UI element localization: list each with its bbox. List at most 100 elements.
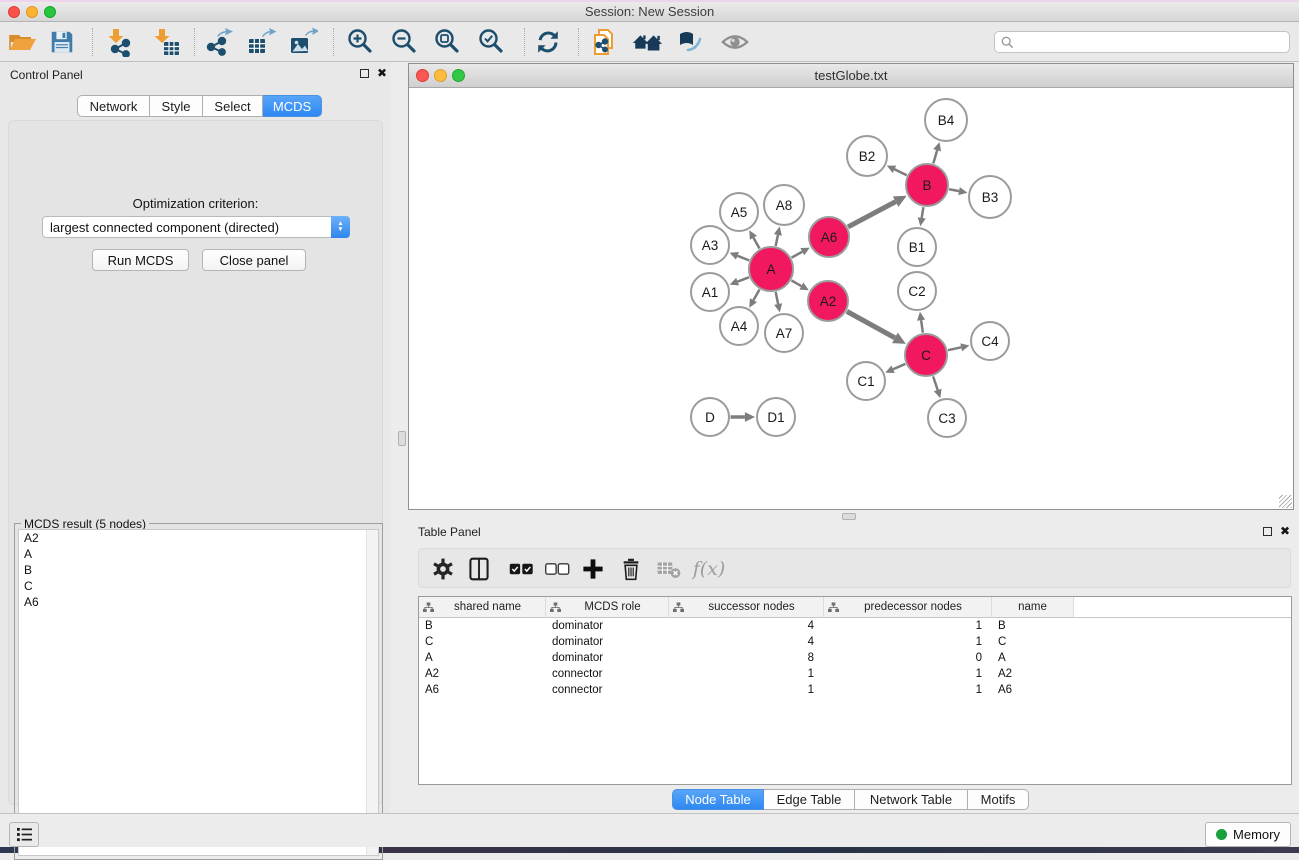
tab-motifs[interactable]: Motifs bbox=[968, 789, 1029, 810]
save-session-button[interactable] bbox=[45, 26, 79, 58]
open-session-button[interactable] bbox=[5, 26, 39, 58]
edge-C-C1[interactable] bbox=[893, 364, 905, 369]
table-cell-filler bbox=[1074, 666, 1291, 682]
create-column-button[interactable] bbox=[577, 554, 609, 584]
select-all-button[interactable] bbox=[505, 554, 537, 584]
zoom-traffic-light[interactable] bbox=[452, 69, 465, 82]
edge-A-A7[interactable] bbox=[776, 292, 778, 304]
import-network-button[interactable] bbox=[103, 26, 137, 58]
deselect-all-button[interactable] bbox=[541, 554, 573, 584]
column-header-successor-nodes[interactable]: successor nodes bbox=[669, 597, 824, 618]
result-scrollbar[interactable] bbox=[366, 530, 378, 855]
edge-B-B4[interactable] bbox=[933, 150, 937, 163]
close-panel-icon[interactable]: ✖ bbox=[377, 66, 387, 80]
horizontal-divider-grip[interactable] bbox=[842, 513, 856, 520]
toggle-panel-button[interactable] bbox=[673, 26, 707, 58]
edge-C-C2[interactable] bbox=[921, 320, 923, 333]
float-panel-icon[interactable] bbox=[360, 69, 369, 78]
import-network-icon bbox=[105, 27, 135, 57]
export-image-icon bbox=[288, 27, 318, 57]
result-item[interactable]: B bbox=[19, 562, 378, 578]
node-label-A1: A1 bbox=[702, 285, 719, 300]
delete-column-button[interactable] bbox=[615, 554, 647, 584]
edge-A-A8[interactable] bbox=[776, 235, 778, 246]
node-label-C: C bbox=[921, 348, 931, 363]
table-row[interactable]: Adominator80A bbox=[419, 650, 1291, 666]
column-panel-button[interactable] bbox=[463, 554, 495, 584]
network-canvas[interactable]: AA1A2A3A4A5A6A7A8BB1B2B3B4CC1C2C3C4DD1 bbox=[409, 88, 1293, 508]
memory-button[interactable]: Memory bbox=[1205, 822, 1291, 847]
table-settings-button[interactable] bbox=[427, 554, 459, 584]
edge-C-C3[interactable] bbox=[933, 376, 938, 390]
edge-A-A3[interactable] bbox=[737, 256, 749, 261]
tab-edge-table[interactable]: Edge Table bbox=[764, 789, 855, 810]
window-resize-grip[interactable] bbox=[1279, 495, 1292, 508]
delete-table-button[interactable] bbox=[653, 554, 685, 584]
edge-B-B2[interactable] bbox=[894, 169, 906, 175]
tab-select[interactable]: Select bbox=[203, 95, 263, 117]
minimize-traffic-light[interactable] bbox=[434, 69, 447, 82]
edge-arrowhead bbox=[934, 389, 942, 398]
task-history-button[interactable] bbox=[9, 822, 39, 847]
vertical-divider-grip[interactable] bbox=[398, 431, 406, 446]
tab-mcds[interactable]: MCDS bbox=[263, 95, 322, 117]
edge-A-A2[interactable] bbox=[791, 281, 801, 287]
tab-network-table[interactable]: Network Table bbox=[855, 789, 968, 810]
run-mcds-button[interactable]: Run MCDS bbox=[92, 249, 189, 271]
minimize-traffic-light[interactable] bbox=[26, 6, 38, 18]
zoom-in-button[interactable] bbox=[344, 26, 378, 58]
close-traffic-light[interactable] bbox=[416, 69, 429, 82]
column-header-filler bbox=[1074, 597, 1291, 618]
zoom-fit-button[interactable] bbox=[431, 26, 465, 58]
home-button[interactable] bbox=[630, 26, 664, 58]
import-table-button[interactable] bbox=[149, 26, 183, 58]
edge-A-A4[interactable] bbox=[753, 289, 759, 300]
edge-B-B3[interactable] bbox=[949, 189, 959, 191]
float-panel-icon[interactable] bbox=[1263, 527, 1272, 536]
edge-A-A6[interactable] bbox=[792, 252, 803, 258]
zoom-traffic-light[interactable] bbox=[44, 6, 56, 18]
table-header-row: shared nameMCDS rolesuccessor nodesprede… bbox=[419, 597, 1291, 618]
result-item[interactable]: C bbox=[19, 578, 378, 594]
tab-network[interactable]: Network bbox=[77, 95, 150, 117]
column-header-MCDS-role[interactable]: MCDS role bbox=[546, 597, 669, 618]
close-traffic-light[interactable] bbox=[8, 6, 20, 18]
refresh-icon bbox=[534, 28, 562, 56]
zoom-selected-button[interactable] bbox=[475, 26, 509, 58]
export-image-button[interactable] bbox=[286, 26, 320, 58]
refresh-button[interactable] bbox=[531, 26, 565, 58]
network-window-titlebar[interactable]: testGlobe.txt bbox=[409, 64, 1293, 88]
duplicate-network-button[interactable] bbox=[588, 26, 622, 58]
show-hide-button[interactable] bbox=[718, 26, 752, 58]
close-panel-button[interactable]: Close panel bbox=[202, 249, 306, 271]
result-item[interactable]: A6 bbox=[19, 594, 378, 610]
zoom-out-button[interactable] bbox=[388, 26, 422, 58]
search-input[interactable] bbox=[994, 31, 1290, 53]
edge-A2-C[interactable] bbox=[847, 311, 895, 337]
control-panel-header: Control Panel ✖ bbox=[0, 62, 390, 88]
result-item[interactable]: A2 bbox=[19, 530, 378, 546]
table-row[interactable]: Bdominator41B bbox=[419, 618, 1291, 634]
column-header-predecessor-nodes[interactable]: predecessor nodes bbox=[824, 597, 992, 618]
result-item[interactable]: A bbox=[19, 546, 378, 562]
table-row[interactable]: A6connector11A6 bbox=[419, 682, 1291, 698]
close-panel-icon[interactable]: ✖ bbox=[1280, 524, 1290, 538]
mcds-result-list[interactable]: A2ABCA6 bbox=[18, 529, 379, 856]
export-table-button[interactable] bbox=[244, 26, 278, 58]
edge-B-B1[interactable] bbox=[922, 207, 924, 218]
node-table[interactable]: shared nameMCDS rolesuccessor nodesprede… bbox=[418, 596, 1292, 785]
column-header-shared-name[interactable]: shared name bbox=[419, 597, 546, 618]
export-network-button[interactable] bbox=[201, 26, 235, 58]
tab-style[interactable]: Style bbox=[150, 95, 203, 117]
table-row[interactable]: Cdominator41C bbox=[419, 634, 1291, 650]
table-row[interactable]: A2connector11A2 bbox=[419, 666, 1291, 682]
tab-node-table[interactable]: Node Table bbox=[672, 789, 764, 810]
criterion-dropdown[interactable]: largest connected component (directed) ▲… bbox=[42, 216, 350, 238]
function-builder-button[interactable]: f(x) bbox=[693, 554, 725, 584]
column-header-name[interactable]: name bbox=[992, 597, 1074, 618]
edge-A-A1[interactable] bbox=[738, 277, 749, 281]
edge-C-C4[interactable] bbox=[948, 347, 961, 350]
node-label-A5: A5 bbox=[731, 205, 748, 220]
edge-A-A5[interactable] bbox=[753, 238, 759, 249]
edge-A6-B[interactable] bbox=[848, 202, 896, 227]
